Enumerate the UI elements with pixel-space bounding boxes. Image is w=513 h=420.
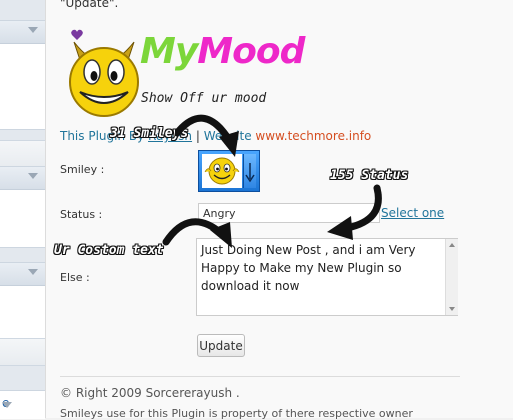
else-label: Else : [60,271,90,284]
curved-arrow-icon [162,218,232,248]
annotation-status: 155 Status [330,168,409,183]
copyright-text: © Right 2009 Sorcererayush . [60,386,240,400]
chevron-down-icon[interactable] [2,402,12,408]
smiley-logo-icon [69,41,139,117]
textarea-scrollbar[interactable] [445,239,458,315]
sidebar-menu-group [0,20,45,130]
curved-arrow-icon [175,114,239,157]
logo-word-my: My [140,31,198,72]
curved-arrow-icon [327,184,382,240]
sidebar-menu-header[interactable] [0,263,45,286]
annotation-custom-text: Ur Costom text [54,243,164,258]
sidebar-separator [0,140,45,168]
website-link[interactable]: www.techmore.info [255,129,371,143]
sidebar-separator [0,338,45,366]
update-button[interactable]: Update [197,334,245,357]
disclaimer-text: Smileys use for this Plugin is property … [60,407,413,420]
footer-divider [60,376,460,377]
chevron-down-icon[interactable] [28,173,38,179]
chevron-down-icon[interactable] [28,27,38,33]
sidebar-menu-header[interactable] [0,167,45,190]
intro-text: "Update". [60,0,119,10]
admin-sidebar: e [0,0,45,419]
logo-word-mood: Mood [197,31,305,72]
sidebar-menu-group [0,262,45,340]
sidebar-menu-item[interactable]: e [0,390,45,419]
sidebar-menu-group [0,166,45,248]
smiley-label: Smiley : [60,163,105,176]
heart-icon [71,29,83,40]
chevron-down-icon[interactable] [28,269,38,275]
scroll-up-icon[interactable] [449,243,455,247]
arrow-down-icon [245,163,255,183]
scroll-down-icon[interactable] [449,307,455,311]
logo-title: MyMood [140,31,305,72]
sidebar-menu-header[interactable] [0,21,45,44]
select-one-link[interactable]: Select one [381,206,444,220]
status-label: Status : [60,208,103,221]
